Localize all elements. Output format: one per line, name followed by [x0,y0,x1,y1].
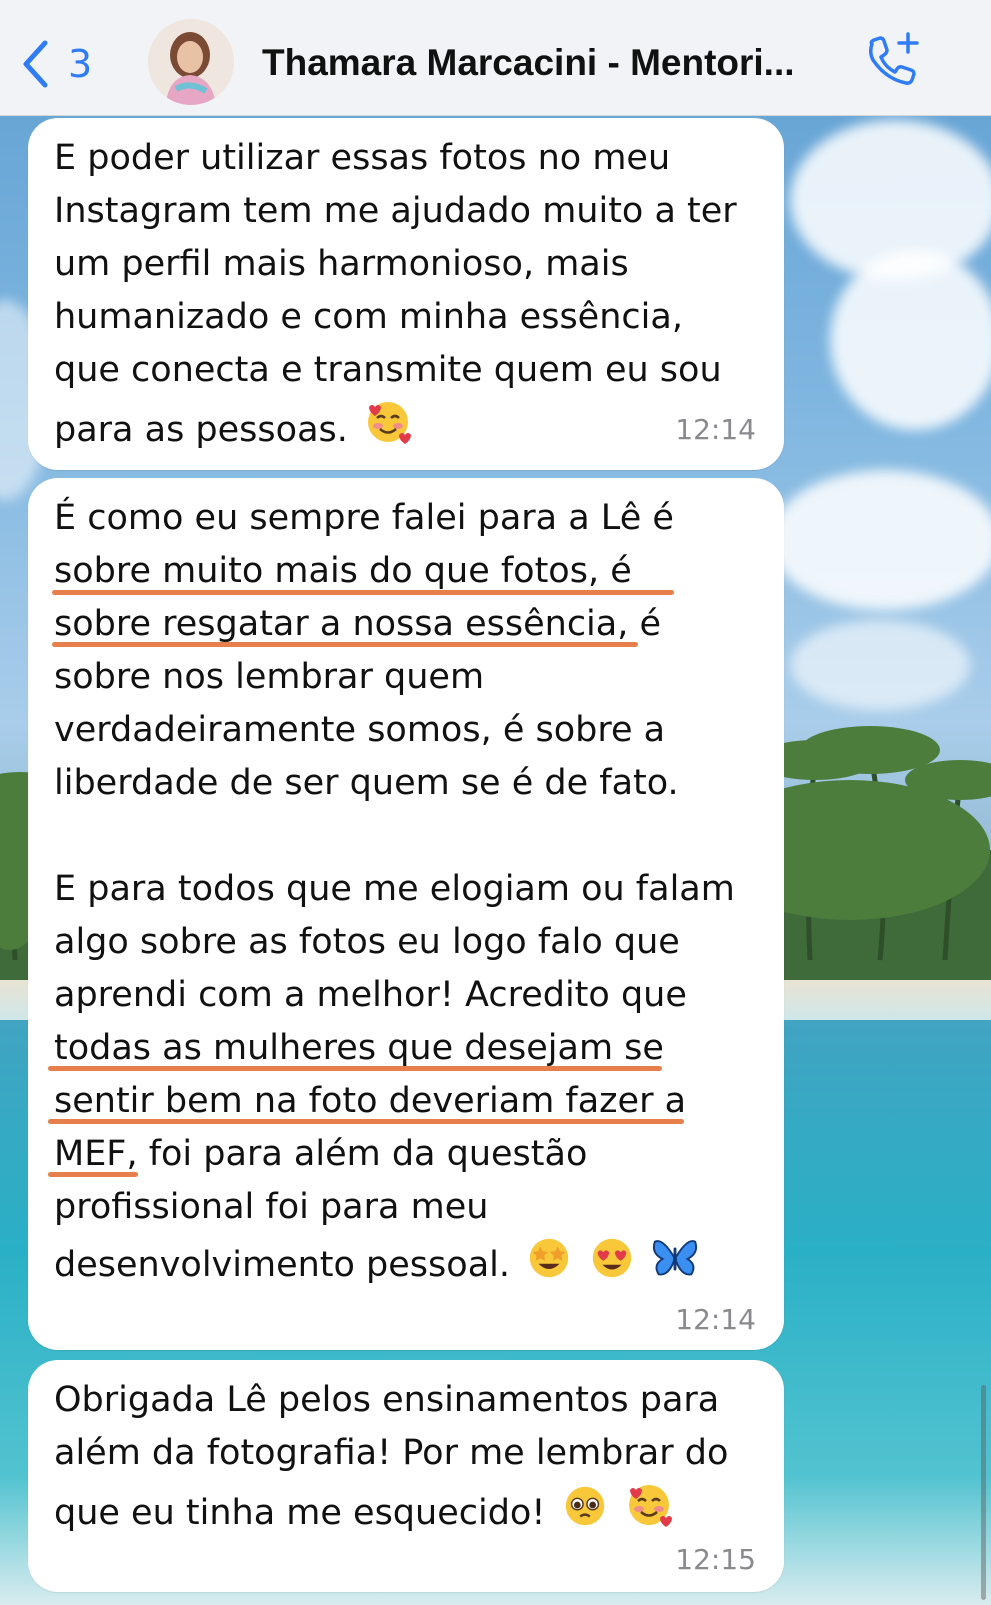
message-line: que conecta e transmite quem eu sou [54,350,722,390]
orange-underline [52,590,674,595]
message-timestamp: 12:14 [675,413,756,446]
message-timestamp: 12:15 [675,1543,756,1576]
message-line: além da fotografia! Por me lembrar do [54,1433,729,1473]
butterfly-icon [653,1240,698,1276]
orange-underline [52,642,638,647]
phone-plus-icon [868,32,919,85]
smiling-face-with-hearts-icon [368,402,412,444]
message-line: liberdade de ser quem se é de fato. [54,763,679,803]
smiling-face-with-hearts-icon [628,1485,672,1527]
message-line: É como eu sempre falei para a Lê é [54,498,674,538]
message-line: sobre nos lembrar quem [54,657,485,697]
heart-eyes-icon [593,1238,632,1278]
unread-count: 3 [68,42,93,86]
message-line-last: que eu tinha me esquecido! [54,1480,760,1540]
message-line: verdadeiramente somos, é sobre a [54,710,666,750]
message-line: Instagram tem me ajudado muito a ter [54,191,737,231]
chat-header: 3 Thamara Marcacini - Mentori... [0,0,991,116]
contact-name[interactable]: Thamara Marcacini - Mentori... [262,38,832,88]
orange-underline [48,1066,662,1071]
message-line: algo sobre as fotos eu logo falo que [54,922,680,962]
contact-photo [148,19,234,105]
star-struck-icon [529,1238,569,1278]
scroll-indicator[interactable] [981,1385,986,1600]
message-line: profissional foi para meu [54,1187,489,1227]
message-line-last: desenvolvimento pessoal. [54,1234,760,1292]
chevron-left-icon [23,40,48,88]
message-line: E para todos que me elogiam ou falam [54,869,735,909]
back-button[interactable]: 3 [20,38,115,90]
orange-underline [48,1172,138,1177]
message-bubble[interactable]: É como eu sempre falei para a Lê é sobre… [28,478,784,1350]
add-call-button[interactable] [860,30,922,92]
message-line: aprendi com a melhor! Acredito que [54,975,687,1015]
message-bubble[interactable]: Obrigada Lê pelos ensinamentos para além… [28,1360,784,1592]
message-timestamp: 12:14 [675,1303,756,1336]
orange-underline [48,1119,684,1124]
message-line-last: para as pessoas. [54,397,760,457]
message-line: humanizado e com minha essência, [54,297,683,337]
message-bubble[interactable]: E poder utilizar essas fotos no meu Inst… [28,118,784,470]
message-line: Obrigada Lê pelos ensinamentos para [54,1380,720,1420]
message-line: um perfil mais harmonioso, mais [54,244,629,284]
message-line-highlighted: MEF, foi para além da questão [54,1134,588,1174]
avatar[interactable] [148,19,234,105]
message-line: E poder utilizar essas fotos no meu [54,138,671,178]
pleading-face-icon [565,1486,604,1526]
